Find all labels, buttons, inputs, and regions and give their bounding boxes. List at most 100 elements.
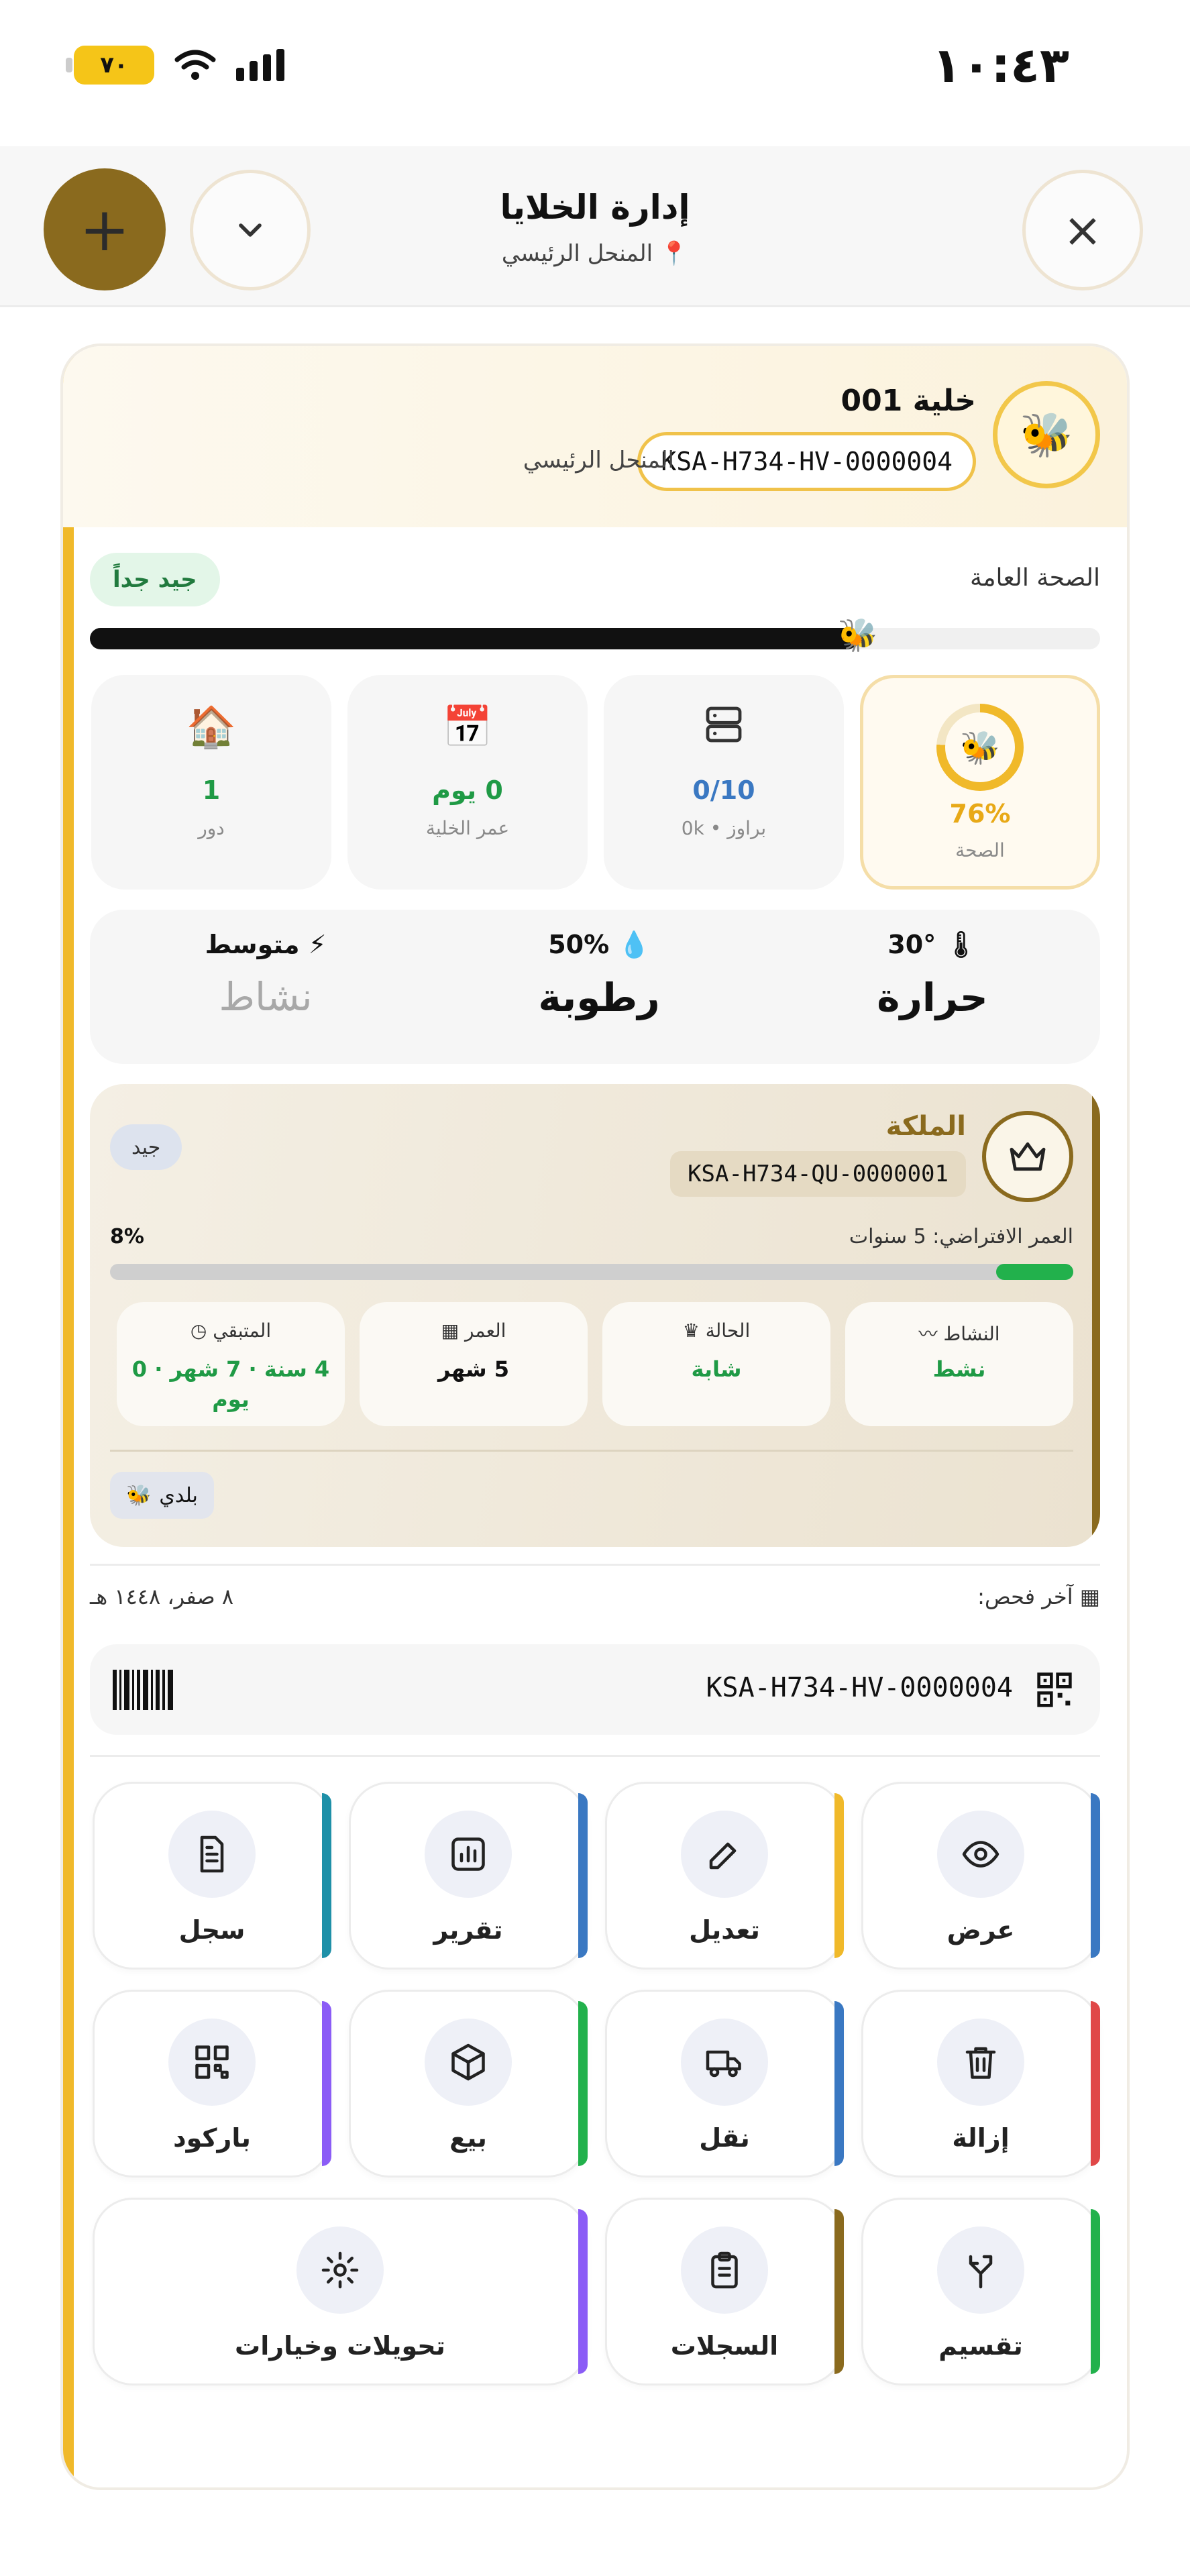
- stat-value: 0/10: [692, 775, 755, 805]
- action-chart-button[interactable]: تقرير: [349, 1782, 588, 1970]
- qr-icon: [168, 2019, 256, 2106]
- action-label: تعديل: [689, 1915, 760, 1945]
- queen-tile-value: 5 شهر: [438, 1356, 509, 1382]
- action-edit-button[interactable]: تعديل: [605, 1782, 844, 1970]
- barcode-value: KSA-H734-HV-0000004: [706, 1672, 1013, 1703]
- eye-icon: [937, 1811, 1024, 1898]
- action-label: تقسيم: [938, 2331, 1023, 2361]
- hive-card: 🐝 خلية 001 KSA-H734-HV-0000004 المنحل ال…: [60, 343, 1130, 2490]
- env-activity: ⚡ متوسط نشاط: [125, 930, 407, 1020]
- last-inspection-date: ٨ صفر، ١٤٤٨ هـ: [90, 1584, 234, 1609]
- action-label: تقرير: [433, 1915, 503, 1945]
- divider: [90, 1564, 1100, 1566]
- queen-tile-activity: النشاط 〰 نشط: [845, 1302, 1073, 1426]
- env-humidity: 💧 50% رطوبة: [458, 930, 740, 1020]
- bee-icon: 🐝: [993, 381, 1100, 488]
- queen-accent: [1092, 1084, 1100, 1547]
- queen-code-badge: KSA-H734-QU-0000001: [670, 1151, 966, 1197]
- action-label: إزالة: [952, 2123, 1010, 2153]
- queen-tile-label: العمر: [464, 1320, 506, 1342]
- crown-icon: [982, 1111, 1073, 1202]
- cellular-signal-icon: [236, 49, 284, 81]
- thermometer-icon: 🌡: [944, 930, 977, 959]
- wifi-icon: [174, 49, 216, 81]
- queen-title: الملكة: [885, 1111, 966, 1142]
- action-gear-button[interactable]: تحويلات وخيارات: [93, 2198, 588, 2385]
- stat-health: 🐝 76% الصحة: [860, 675, 1100, 890]
- divider: [110, 1450, 1073, 1452]
- action-box-button[interactable]: بيع: [349, 1990, 588, 2178]
- pin-icon: 📍: [659, 240, 689, 267]
- bee-icon: 🐝: [837, 616, 878, 654]
- bee-icon: 🐝: [126, 1483, 152, 1507]
- queen-tile-label: النشاط: [943, 1323, 1000, 1345]
- page-title: إدارة الخلايا: [500, 188, 690, 227]
- action-split-button[interactable]: تقسيم: [861, 2198, 1100, 2385]
- temperature-label: حرارة: [877, 975, 988, 1020]
- health-progress-bar: 🐝: [90, 616, 1100, 654]
- action-document-button[interactable]: سجل: [93, 1782, 331, 1970]
- clipboard-icon: [681, 2226, 768, 2314]
- calendar-icon: ▦: [1079, 1584, 1100, 1609]
- action-label: السجلات: [670, 2331, 779, 2361]
- edit-icon: [681, 1811, 768, 1898]
- stat-value: 76%: [949, 799, 1011, 828]
- split-icon: [937, 2226, 1024, 2314]
- stat-label: عمر الخلية: [425, 817, 510, 839]
- humidity-value: 50%: [548, 930, 610, 959]
- hive-header: 🐝 خلية 001 KSA-H734-HV-0000004 المنحل ال…: [63, 346, 1127, 527]
- clock-icon: ◷: [190, 1320, 207, 1342]
- queen-panel[interactable]: الملكة KSA-H734-QU-0000001 جيد العمر الا…: [90, 1084, 1100, 1547]
- queen-tile-value: نشط: [932, 1356, 986, 1382]
- add-button[interactable]: +: [44, 168, 166, 290]
- server-icon: [604, 703, 844, 756]
- droplet-icon: 💧: [618, 930, 650, 959]
- queen-tile-remaining: المتبقي ◷ 4 سنة · 7 شهر · 0 يوم: [117, 1302, 345, 1426]
- health-label: الصحة العامة: [969, 564, 1100, 592]
- env-temperature: 🌡 30° حرارة: [792, 930, 1073, 1020]
- calendar-icon: ▦: [441, 1320, 459, 1342]
- trash-icon: [937, 2019, 1024, 2106]
- queen-lifespan-label: العمر الافتراضي: 5 سنوات: [849, 1225, 1073, 1248]
- queen-tile-age: العمر ▦ 5 شهر: [360, 1302, 588, 1426]
- box-icon: [425, 2019, 512, 2106]
- gear-icon: [296, 2226, 384, 2314]
- action-label: سجل: [178, 1915, 246, 1945]
- stat-value: 0 يوم: [432, 775, 503, 805]
- action-clipboard-button[interactable]: السجلات: [605, 2198, 844, 2385]
- queen-tile-label: الحالة: [705, 1320, 751, 1342]
- calendar-icon: 📅: [442, 704, 493, 751]
- action-qr-button[interactable]: باركود: [93, 1990, 331, 2178]
- stat-label: براوز • 0k: [681, 817, 767, 839]
- stat-floors: 🏠 1 دور: [91, 675, 331, 890]
- action-label: باركود: [173, 2123, 251, 2153]
- card-accent: [63, 346, 74, 2487]
- hive-apiary: المنحل الرئيسي: [523, 447, 674, 474]
- status-icons: ٧٠: [66, 46, 284, 85]
- action-truck-button[interactable]: نقل: [605, 1990, 844, 2178]
- house-icon: 🏠: [186, 704, 237, 751]
- bee-icon: 🐝: [945, 712, 1015, 782]
- humidity-label: رطوبة: [538, 975, 660, 1020]
- action-label: تحويلات وخيارات: [235, 2331, 445, 2361]
- queen-tile-label: المتبقي: [213, 1320, 272, 1342]
- health-badge: جيد جداً: [90, 553, 220, 606]
- battery-icon: ٧٠: [66, 46, 154, 85]
- queen-breed-badge: بلدي 🐝: [110, 1472, 214, 1519]
- queen-lifespan-fill: [996, 1264, 1073, 1280]
- action-eye-button[interactable]: عرض: [861, 1782, 1100, 1970]
- temperature-value: 30°: [887, 930, 936, 959]
- chart-icon: [425, 1811, 512, 1898]
- document-icon: [168, 1811, 256, 1898]
- barcode-row[interactable]: KSA-H734-HV-0000004: [90, 1644, 1100, 1735]
- chevron-down-icon: [239, 223, 262, 237]
- action-trash-button[interactable]: إزالة: [861, 1990, 1100, 2178]
- hive-name: خلية 001: [841, 384, 977, 418]
- queen-tile-value: 4 سنة · 7 شهر · 0 يوم: [131, 1356, 330, 1412]
- expand-button[interactable]: [190, 170, 311, 290]
- hive-code-badge: KSA-H734-HV-0000004: [637, 432, 976, 491]
- action-label: عرض: [946, 1915, 1015, 1945]
- action-label: نقل: [699, 2123, 750, 2153]
- apiary-name: المنحل الرئيسي: [501, 240, 653, 267]
- health-ring: 🐝: [936, 704, 1024, 791]
